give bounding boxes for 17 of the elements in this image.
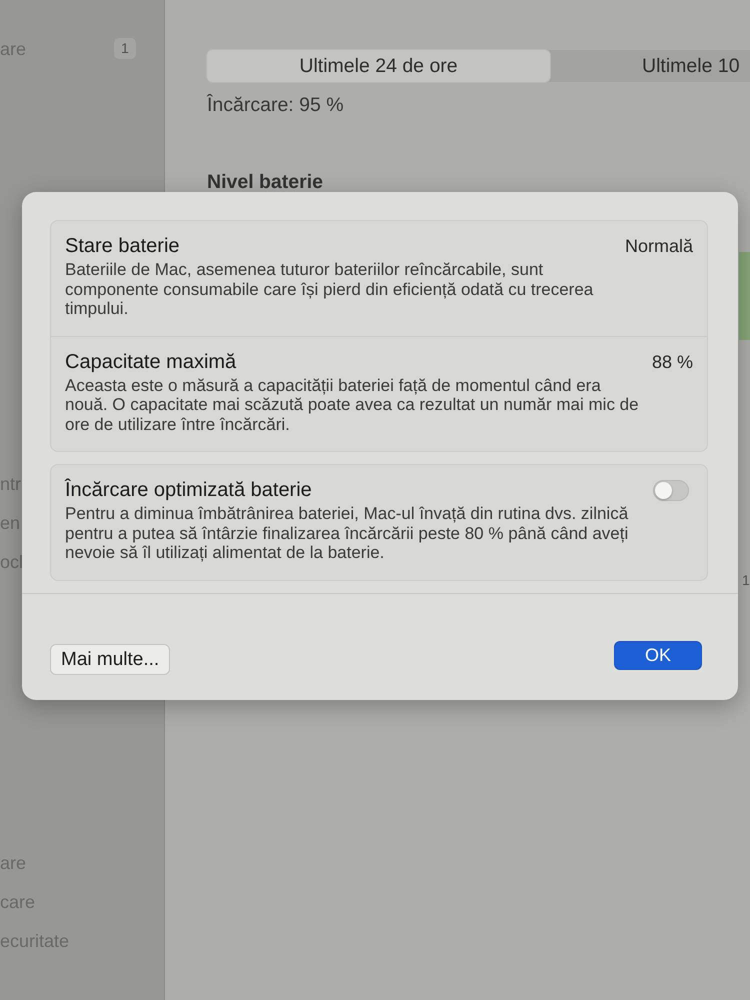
toggle-switch[interactable] [653,480,689,500]
row-value: 88 % [652,350,693,374]
segment-tab[interactable]: Ultimele 24 de ore [207,50,550,82]
row-description: Pentru a diminua îmbătrânirea bateriei, Mac-ul învață din rutina dvs. zilnică pentru a putea să întârzie finalizarea încărcării peste 80 % până când aveți nevoie să îl utilizați alimentat de la baterie. [65,504,630,562]
row-description: Bateriile de Mac, asemenea tuturor bateriilor reîncărcabile, sunt componente consumabile care își pierd din eficiență odată cu trecerea timpului. [65,260,594,318]
row-value: Normală [624,235,693,258]
section-heading: Nivel baterie [207,171,323,193]
ok-button[interactable]: OK [614,640,702,670]
count-badge: 1 [114,38,136,59]
more-button[interactable]: Mai multe... [50,644,170,674]
row-title: Capacitate maximă [65,350,236,374]
chart-axis-label: 1 [742,571,750,589]
row-description: Aceasta este o măsură a capacității bateriei față de momentul când era nouă. O capacitate mai scăzută poate avea ca rezultat un număr mai mic de ore de utilizare între încărcări. [65,376,639,434]
charge-level-text: Încărcare: 95 % [207,93,344,117]
segment-tab[interactable]: Ultimele 10 [550,50,750,82]
row-title: Încărcare optimizată baterie [65,478,312,502]
row-title: Stare baterie [65,234,180,258]
